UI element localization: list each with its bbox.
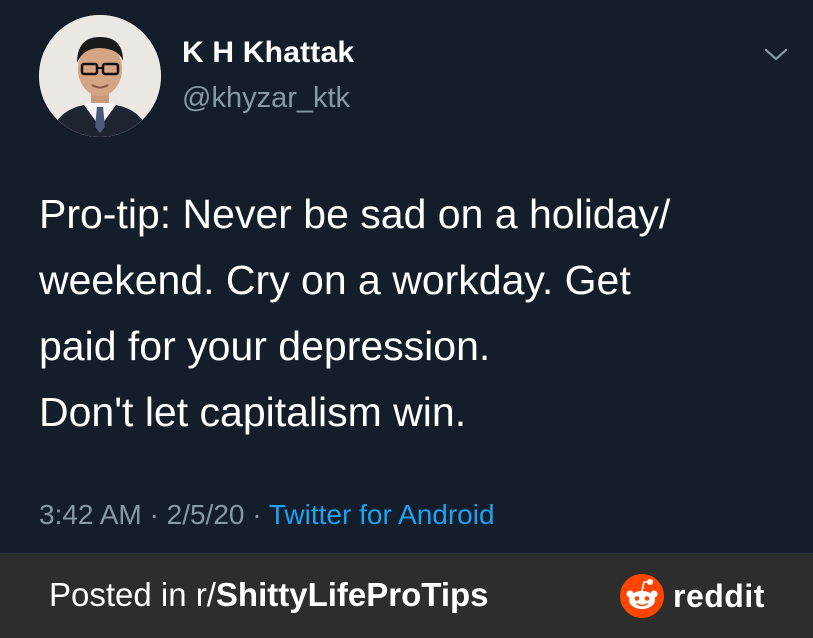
subreddit-link[interactable]: ShittyLifeProTips: [216, 576, 489, 613]
author-name[interactable]: K H Khattak: [182, 36, 354, 70]
posted-in-label: Posted in r/ShittyLifeProTips: [49, 576, 489, 614]
tweet-text-line: paid for your depression.: [39, 323, 491, 369]
reddit-snoo-icon: [620, 574, 664, 618]
meta-separator: ·: [141, 499, 167, 530]
tweet-date[interactable]: 2/5/20: [167, 499, 245, 530]
tweet-time[interactable]: 3:42 AM: [39, 499, 142, 530]
tweet-meta: 3:42 AM · 2/5/20 · Twitter for Android: [39, 499, 495, 531]
meta-separator: ·: [244, 499, 269, 530]
tweet-text: Pro-tip: Never be sad on a holiday/ week…: [39, 181, 799, 445]
author-handle[interactable]: @khyzar_ktk: [182, 82, 350, 115]
avatar-portrait: [39, 15, 161, 137]
posted-prefix: Posted in r/: [49, 576, 216, 613]
tweet-source-link[interactable]: Twitter for Android: [269, 499, 495, 530]
reddit-wordmark: reddit: [673, 577, 765, 614]
chevron-down-icon[interactable]: [758, 40, 794, 68]
tweet-text-line: Don't let capitalism win.: [39, 389, 467, 435]
avatar[interactable]: [39, 15, 161, 137]
tweet-text-line: Pro-tip: Never be sad on a holiday/: [39, 191, 671, 237]
tweet-text-line: weekend. Cry on a workday. Get: [39, 257, 631, 303]
reddit-footer: Posted in r/ShittyLifeProTips reddit: [0, 553, 813, 638]
tweet-card: K H Khattak @khyzar_ktk Pro-tip: Never b…: [0, 0, 813, 553]
reddit-logo: reddit: [619, 572, 765, 620]
